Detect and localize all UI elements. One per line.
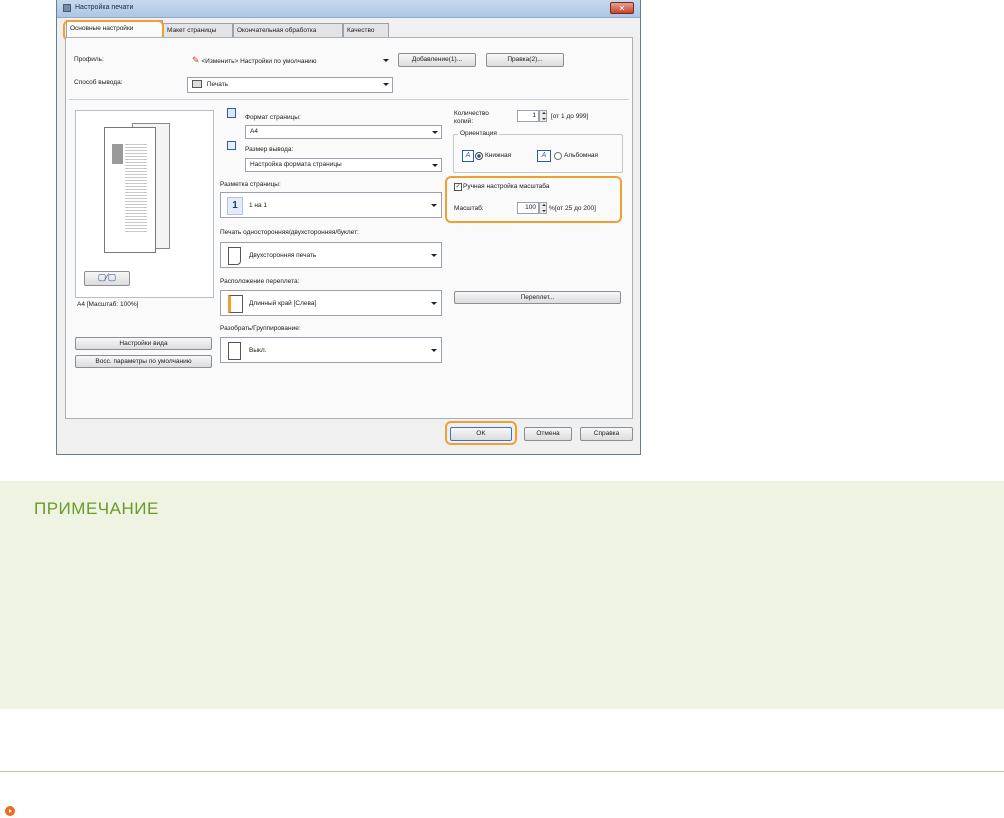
page-size-label: Формат страницы: <box>245 114 301 121</box>
binding-location-value: Длинный край [Слева] <box>249 300 317 307</box>
preview-front-page <box>104 127 156 253</box>
close-button[interactable]: ✕ <box>610 2 634 14</box>
duplex-label: Печать односторонняя/двухсторонняя/букле… <box>220 229 359 236</box>
print-icon <box>192 80 202 89</box>
orange-arrow-circle-icon[interactable] <box>5 806 15 816</box>
output-size-select[interactable]: Настройка формата страницы <box>245 158 442 172</box>
output-method-label: Способ вывода: <box>74 79 123 86</box>
edit-profile-button[interactable]: Правка(2)... <box>486 53 564 67</box>
restore-defaults-button[interactable]: Восс. параметры по умолчанию <box>75 355 212 368</box>
separator <box>69 99 629 100</box>
chevron-down-icon <box>383 59 389 62</box>
preview-toggle-button[interactable]: ▢⁄▢ <box>84 271 130 286</box>
chevron-down-icon <box>432 131 438 134</box>
chevron-down-icon <box>432 164 438 167</box>
help-button[interactable]: Справка <box>580 427 633 441</box>
portrait-icon: A <box>462 150 474 162</box>
binding-location-label: Расположение переплета: <box>220 278 300 285</box>
duplex-icon <box>228 247 241 265</box>
profile-label: Профиль: <box>74 56 104 63</box>
pencil-icon: ✎ <box>192 55 200 65</box>
output-method-select[interactable]: Печать <box>187 77 393 93</box>
scale-stepper[interactable] <box>539 202 547 214</box>
copies-range: [от 1 до 999] <box>551 113 589 120</box>
add-profile-button[interactable]: Добавление(1)... <box>398 53 476 67</box>
view-settings-button[interactable]: Настройки вида <box>75 337 212 350</box>
scale-range: [от 25 до 200] <box>555 205 596 212</box>
scale-label: Масштаб: <box>454 205 484 212</box>
binding-location-select[interactable]: Длинный край [Слева] <box>220 290 442 316</box>
print-settings-dialog: Настройка печати ✕ Основные настройки Ма… <box>56 0 641 455</box>
page-layout-label: Разметка страницы: <box>220 181 281 188</box>
preview-caption: A4 [Масштаб: 100%] <box>77 301 139 308</box>
preview-image-block <box>112 144 123 164</box>
portrait-label: Книжная <box>485 152 512 159</box>
ok-button[interactable]: OK <box>450 427 512 441</box>
page-flip-icon: ▢⁄▢ <box>97 272 117 282</box>
copies-input[interactable]: 1 <box>517 110 539 122</box>
page-layout-value: 1 на 1 <box>249 202 268 209</box>
collate-icon <box>228 342 241 360</box>
landscape-icon: A <box>537 150 551 162</box>
manual-scaling-checkbox[interactable]: ✓ <box>454 183 462 191</box>
gutter-button[interactable]: Переплет... <box>454 291 621 304</box>
collate-label: Разобрать/Группирование: <box>220 325 301 332</box>
output-method-value: Печать <box>206 81 229 88</box>
duplex-select[interactable]: Двухсторонняя печать <box>220 242 442 268</box>
preview-text-lines <box>125 144 147 234</box>
orientation-label: Ориентация <box>458 130 499 137</box>
copies-label-line2: копий: <box>454 118 474 125</box>
output-size-value: Настройка формата страницы <box>250 161 342 168</box>
portrait-radio[interactable] <box>475 152 483 160</box>
dialog-titlebar: Настройка печати ✕ <box>57 0 640 18</box>
chevron-down-icon <box>431 254 437 257</box>
scale-unit: % <box>549 205 555 212</box>
landscape-label: Альбомная <box>564 152 599 159</box>
tab-quality[interactable]: Качество <box>343 23 389 37</box>
collate-select[interactable]: Выкл. <box>220 337 442 363</box>
output-size-icon <box>227 141 236 150</box>
dialog-title: Настройка печати <box>75 4 134 11</box>
printer-icon <box>63 4 71 12</box>
scale-input[interactable]: 100 <box>517 202 539 214</box>
layout-1-on-1-icon: 1 <box>227 197 243 215</box>
manual-scaling-label: Ручная настройка масштаба <box>463 183 550 190</box>
page-size-icon <box>227 108 236 118</box>
chevron-down-icon <box>431 204 437 207</box>
page-size-value: A4 <box>250 128 258 135</box>
profile-select[interactable]: ✎ <Изменить> Настройки по умолчанию <box>187 53 393 67</box>
page-preview: ▢⁄▢ <box>75 110 214 298</box>
copies-label-line1: Количество <box>454 110 489 117</box>
chevron-down-icon <box>431 302 437 305</box>
duplex-value: Двухсторонняя печать <box>249 252 317 259</box>
chevron-down-icon <box>431 349 437 352</box>
cancel-button[interactable]: Отмена <box>524 427 572 441</box>
landscape-radio[interactable] <box>554 152 562 160</box>
copies-stepper[interactable] <box>539 110 547 122</box>
tab-finishing[interactable]: Окончательная обработка <box>233 23 343 37</box>
note-title: ПРИМЕЧАНИЕ <box>34 499 159 518</box>
chevron-down-icon <box>383 83 389 86</box>
profile-value: <Изменить> Настройки по умолчанию <box>201 58 317 65</box>
page-size-select[interactable]: A4 <box>245 125 442 139</box>
binding-edge-icon <box>228 295 243 313</box>
collate-value: Выкл. <box>249 347 267 354</box>
page-layout-select[interactable]: 1 1 на 1 <box>220 192 442 218</box>
tab-page-layout[interactable]: Макет страницы <box>163 23 233 37</box>
output-size-label: Размер вывода: <box>245 146 294 153</box>
footer-divider <box>0 771 1004 772</box>
